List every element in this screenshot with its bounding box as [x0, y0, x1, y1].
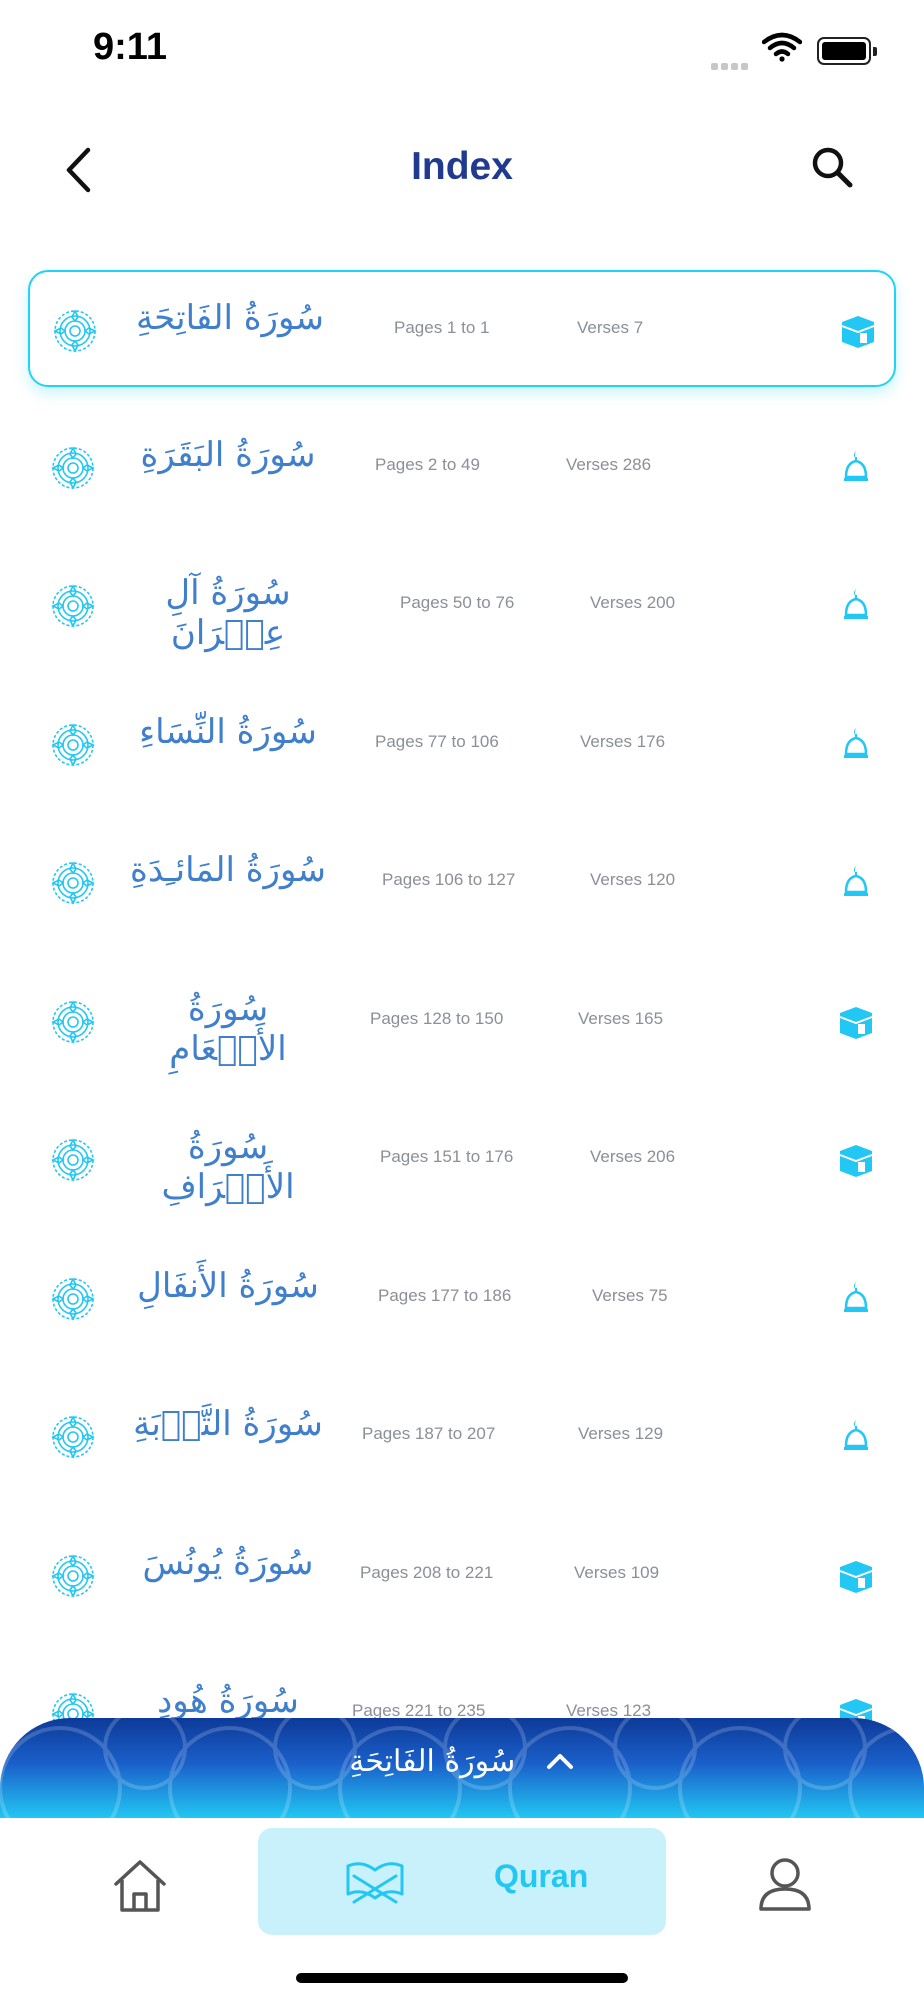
kaaba-icon: [838, 1555, 874, 1595]
surah-row[interactable]: سُورَةُ النِّسَاءِ Pages 77 to 106 Verses …: [28, 686, 896, 803]
surah-name: سُورَةُ الأَنۡعَامِ: [169, 988, 287, 1069]
surah-row[interactable]: سُورَةُ البَقَرَةِ Pages 2 to 49 Verses 28…: [28, 409, 896, 526]
surah-row[interactable]: سُورَةُ الفَاتِحَةِ Pages 1 to 1 Verses 7: [28, 270, 896, 387]
surah-pages: Pages 106 to 127: [382, 870, 516, 889]
surah-name: سُورَةُ النِّسَاءِ: [139, 711, 317, 752]
surah-medallion-icon: [50, 722, 96, 768]
surah-medallion-icon: [50, 1276, 96, 1322]
mosque-dome-icon: [838, 585, 874, 625]
now-reading-bar[interactable]: سُورَةُ الفَاتِحَةِ: [0, 1718, 924, 1818]
surah-row[interactable]: سُورَةُ المَائـِدَةِ Pages 106 to 127 Vers…: [28, 824, 896, 941]
surah-name: سُورَةُ المَائـِدَةِ: [130, 850, 326, 890]
mosque-dome-icon: [838, 1278, 874, 1318]
mosque-dome-icon: [838, 724, 874, 764]
surah-medallion-icon: [52, 308, 98, 354]
surah-medallion-icon: [50, 1414, 96, 1460]
surah-verses: Verses 129: [578, 1424, 664, 1443]
quran-book-icon: [346, 1862, 404, 1904]
surah-pages: Pages 77 to 106: [375, 731, 499, 751]
surah-medallion-icon: [50, 1137, 96, 1183]
surah-verses: Verses 165: [578, 1008, 664, 1028]
wifi-icon: [762, 32, 802, 62]
surah-name: سُورَةُ هُودٍ: [157, 1681, 299, 1721]
surah-verses: Verses 120: [590, 870, 676, 889]
surah-name: سُورَةُ الفَاتِحَةِ: [135, 298, 325, 338]
surah-pages: Pages 1 to 1: [394, 318, 490, 337]
surah-pages: Pages 187 to 207: [362, 1424, 496, 1443]
surah-name: سُورَةُ يُونُسَ: [142, 1542, 314, 1583]
kaaba-icon: [838, 1139, 874, 1179]
surah-pages: Pages 2 to 49: [375, 454, 480, 474]
chevron-up-icon[interactable]: [545, 1750, 575, 1772]
surah-pages: Pages 177 to 186: [378, 1285, 512, 1305]
surah-pages: Pages 128 to 150: [370, 1008, 504, 1028]
surah-row[interactable]: سُورَةُ آلِ عِمۡرَانَ Pages 50 to 76 Verse…: [28, 547, 896, 664]
mosque-dome-icon: [838, 862, 874, 902]
surah-verses: Verses 286: [566, 454, 652, 474]
surah-verses: Verses 176: [580, 731, 666, 751]
surah-row[interactable]: سُورَةُ الأَنفَالِ Pages 177 to 186 Verses…: [28, 1240, 896, 1357]
surah-row[interactable]: سُورَةُ الأَعۡرَافِ Pages 151 to 176 Verse…: [28, 1101, 896, 1218]
cellular-signal-icon: [711, 55, 751, 74]
surah-name: سُورَةُ الأَعۡرَافِ: [161, 1127, 295, 1207]
mosque-dome-icon: [838, 447, 874, 487]
tab-quran[interactable]: Quran: [258, 1828, 666, 1935]
surah-verses: Verses 7: [577, 318, 644, 337]
surah-row[interactable]: سُورَةُ التَّوۡبَةِ Pages 187 to 207 Verse…: [28, 1378, 896, 1495]
surah-verses: Verses 109: [574, 1562, 660, 1582]
surah-medallion-icon: [50, 999, 96, 1045]
kaaba-icon: [838, 1001, 874, 1041]
mosque-dome-icon: [838, 1416, 874, 1456]
now-reading-title: سُورَةُ الفَاتِحَةِ: [349, 1743, 516, 1779]
tab-quran-label: Quran: [494, 1858, 589, 1894]
surah-name: سُورَةُ البَقَرَةِ: [140, 434, 316, 475]
surah-row[interactable]: سُورَةُ يُونُسَ Pages 208 to 221 Verses 10…: [28, 1517, 896, 1634]
status-time: 9:11: [93, 26, 167, 68]
surah-medallion-icon: [50, 860, 96, 906]
surah-pages: Pages 50 to 76: [400, 593, 515, 612]
search-icon[interactable]: [808, 143, 856, 191]
surah-pages: Pages 208 to 221: [360, 1562, 494, 1582]
surah-verses: Verses 75: [592, 1285, 668, 1305]
home-icon[interactable]: [110, 1856, 170, 1916]
surah-verses: Verses 206: [590, 1147, 676, 1166]
kaaba-icon: [840, 310, 876, 350]
home-indicator: [296, 1973, 628, 1983]
battery-icon: [817, 37, 877, 65]
page-title: Index: [411, 145, 513, 188]
surah-pages: Pages 151 to 176: [380, 1147, 514, 1166]
surah-name: سُورَةُ آلِ عِمۡرَانَ: [165, 573, 291, 653]
profile-icon[interactable]: [755, 1853, 815, 1913]
surah-row[interactable]: سُورَةُ الأَنۡعَامِ Pages 128 to 150 Verse…: [28, 963, 896, 1080]
surah-name: سُورَةُ الأَنفَالِ: [137, 1265, 319, 1306]
surah-medallion-icon: [50, 445, 96, 491]
surah-verses: Verses 200: [590, 593, 676, 612]
surah-medallion-icon: [50, 1553, 96, 1599]
surah-medallion-icon: [50, 583, 96, 629]
surah-name: سُورَةُ التَّوۡبَةِ: [133, 1404, 323, 1444]
